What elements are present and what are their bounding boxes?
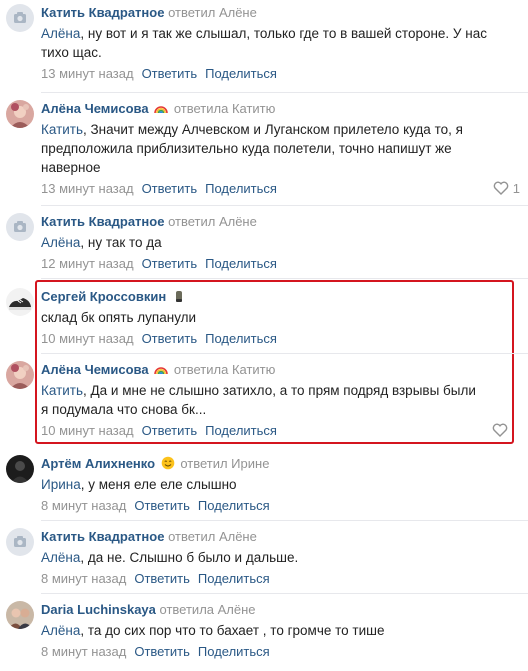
divider	[41, 92, 528, 93]
heart-icon	[492, 423, 508, 437]
share-button[interactable]: Поделиться	[205, 181, 277, 196]
comment-text: склад бк опять лупанули	[41, 310, 197, 325]
reply-button[interactable]: Ответить	[134, 498, 190, 513]
sneaker-emoji-icon	[175, 291, 182, 302]
mention-link[interactable]: Катить	[41, 122, 83, 137]
rainbow-emoji-icon	[154, 367, 169, 375]
reply-button[interactable]: Ответить	[142, 331, 198, 346]
mention-link[interactable]: Алёна	[41, 623, 80, 638]
divider	[41, 520, 528, 521]
reply-button[interactable]: Ответить	[142, 66, 198, 81]
comment-author[interactable]: Артём Алихненко	[41, 456, 155, 471]
comment-text: Алёна, ну вот и я так же слышал, только …	[41, 26, 487, 60]
comment-time[interactable]: 12 минут назад	[41, 256, 134, 271]
comment-time[interactable]: 13 минут назад	[41, 66, 134, 81]
comment-author[interactable]: Алёна Чемисова	[41, 362, 149, 377]
heart-icon	[493, 181, 509, 195]
avatar[interactable]	[6, 361, 34, 389]
like-button[interactable]: 1	[493, 180, 520, 197]
reply-button[interactable]: Ответить	[142, 423, 198, 438]
reply-button[interactable]: Ответить	[134, 571, 190, 586]
comment-text: Алёна, да не. Слышно б было и дальше.	[41, 550, 299, 565]
avatar[interactable]	[6, 455, 34, 483]
mention-link[interactable]: Алёна	[41, 550, 80, 565]
comment-time[interactable]: 8 минут назад	[41, 644, 126, 659]
camera-placeholder-icon	[6, 4, 34, 32]
like-count: 1	[512, 181, 520, 196]
share-button[interactable]: Поделиться	[205, 66, 277, 81]
divider	[41, 353, 528, 354]
mention-link[interactable]: Алёна	[41, 26, 80, 41]
avatar[interactable]	[6, 288, 34, 316]
mention-link[interactable]: Алёна	[41, 235, 80, 250]
share-button[interactable]: Поделиться	[198, 571, 270, 586]
rainbow-emoji-icon	[154, 106, 169, 114]
reply-button[interactable]: Ответить	[134, 644, 190, 659]
share-button[interactable]: Поделиться	[205, 256, 277, 271]
replied-to[interactable]: ответил Алёне	[168, 214, 257, 229]
divider	[41, 278, 528, 279]
comment-time[interactable]: 10 минут назад	[41, 331, 134, 346]
share-button[interactable]: Поделиться	[205, 331, 277, 346]
comment-time[interactable]: 13 минут назад	[41, 181, 134, 196]
comment-time[interactable]: 8 минут назад	[41, 498, 126, 513]
comment-text: Ирина, у меня еле еле слышно	[41, 477, 237, 492]
mention-link[interactable]: Катить	[41, 383, 83, 398]
replied-to[interactable]: ответила Катитю	[174, 362, 276, 377]
comment-text: Алёна, ну так то да	[41, 235, 162, 250]
comment-author[interactable]: Daria Luchinskaya	[41, 602, 156, 617]
avatar-placeholder[interactable]	[6, 4, 34, 32]
replied-to[interactable]: ответил Ирине	[180, 456, 269, 471]
comment-text: Катить, Значит между Алчевском и Луганск…	[41, 122, 463, 175]
replied-to[interactable]: ответил Алёне	[168, 5, 257, 20]
comment-time[interactable]: 10 минут назад	[41, 423, 134, 438]
divider	[41, 205, 528, 206]
avatar[interactable]	[6, 601, 34, 629]
comment-author[interactable]: Катить Квадратное	[41, 214, 164, 229]
camera-placeholder-icon	[6, 528, 34, 556]
comment-text: Катить, Да и мне не слышно затихло, а то…	[41, 383, 476, 417]
replied-to[interactable]: ответила Катитю	[174, 101, 276, 116]
replied-to[interactable]: ответила Алёне	[160, 602, 256, 617]
divider	[41, 593, 528, 594]
share-button[interactable]: Поделиться	[198, 498, 270, 513]
avatar-placeholder[interactable]	[6, 213, 34, 241]
comment-text: Алёна, та до сих пор что то бахает , то …	[41, 623, 385, 638]
camera-placeholder-icon	[6, 213, 34, 241]
comment-author[interactable]: Катить Квадратное	[41, 529, 164, 544]
comment-author[interactable]: Катить Квадратное	[41, 5, 164, 20]
reply-button[interactable]: Ответить	[142, 256, 198, 271]
comment-author[interactable]: Сергей Кроссовкин	[41, 289, 166, 304]
share-button[interactable]: Поделиться	[205, 423, 277, 438]
mention-link[interactable]: Ирина	[41, 477, 81, 492]
smile-emoji-icon	[161, 456, 174, 470]
like-button[interactable]	[492, 422, 508, 439]
comment-time[interactable]: 8 минут назад	[41, 571, 126, 586]
comment-author[interactable]: Алёна Чемисова	[41, 101, 149, 116]
avatar[interactable]	[6, 100, 34, 128]
replied-to[interactable]: ответил Алёне	[168, 529, 257, 544]
avatar-placeholder[interactable]	[6, 528, 34, 556]
share-button[interactable]: Поделиться	[198, 644, 270, 659]
reply-button[interactable]: Ответить	[142, 181, 198, 196]
